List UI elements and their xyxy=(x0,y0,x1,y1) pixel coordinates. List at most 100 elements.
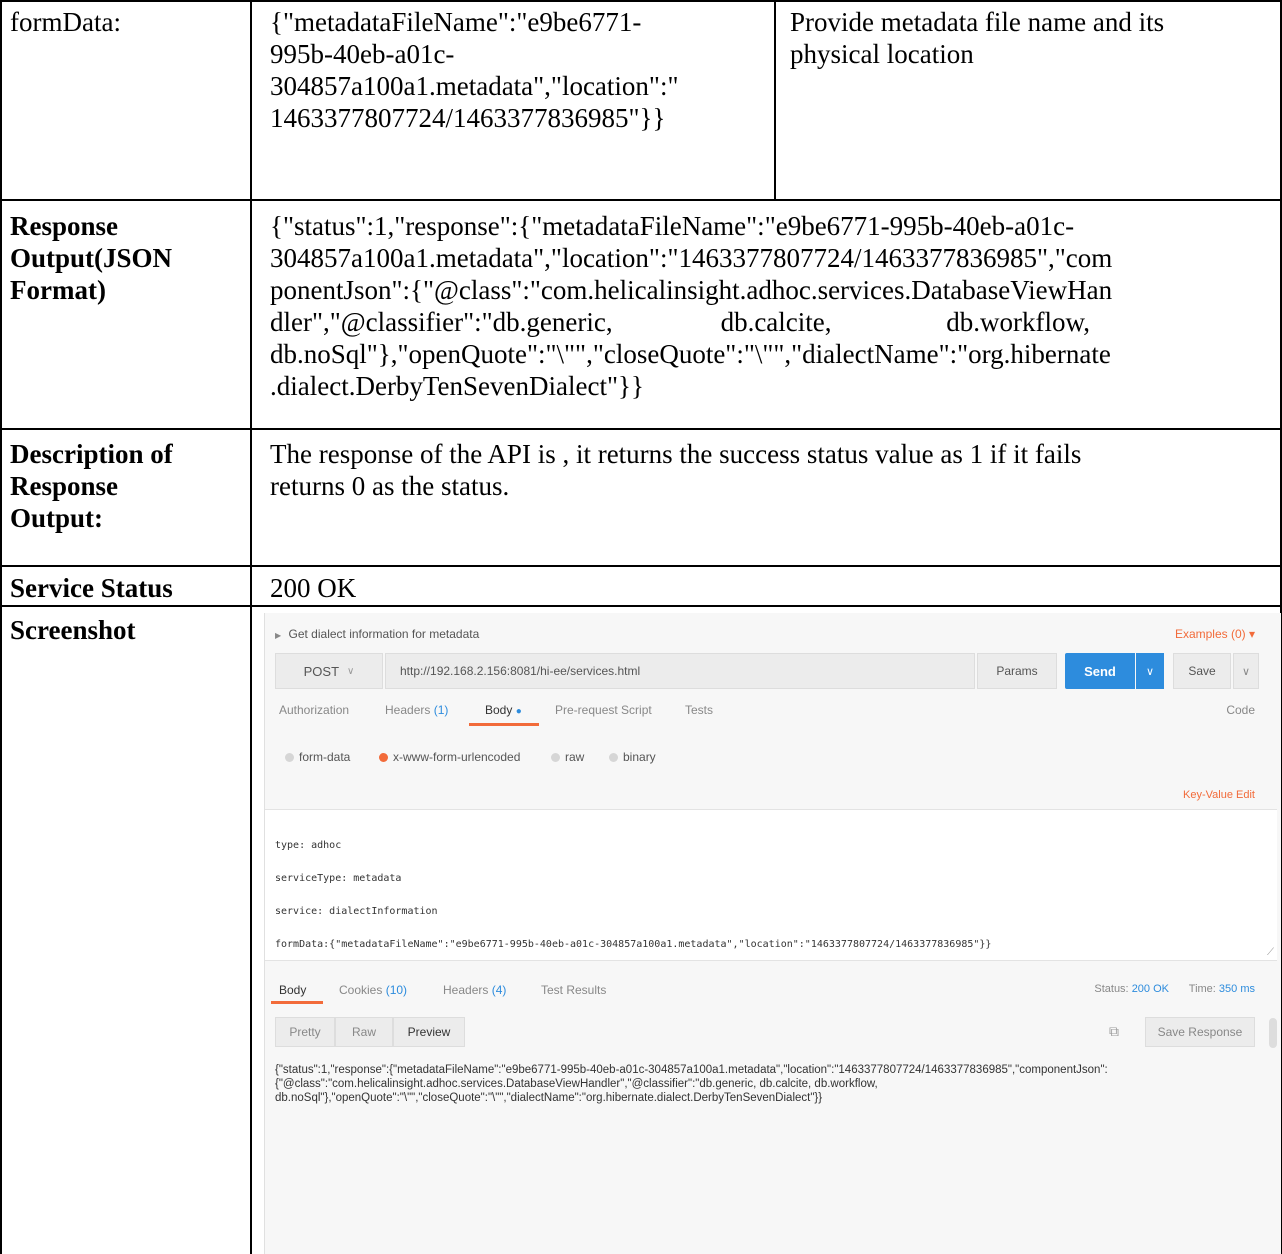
params-button[interactable]: Params xyxy=(977,653,1057,689)
text-line: 1463377807724/1463377836985"}} xyxy=(270,103,666,133)
radio-label: raw xyxy=(565,750,585,764)
resp-tab-cookies[interactable]: Cookies (10) xyxy=(339,983,407,997)
text-line: {"metadataFileName":"e9be6771- xyxy=(270,7,642,37)
row-label-description: Description of Response Output: xyxy=(10,438,173,534)
save-response-button[interactable]: Save Response xyxy=(1145,1017,1255,1047)
time-readout: Time: 350 ms xyxy=(1189,983,1255,995)
radio-raw[interactable]: raw xyxy=(551,750,584,764)
row-label-formdata: formData: xyxy=(10,7,121,37)
resp-active-tab-indicator xyxy=(271,1001,323,1004)
examples-dropdown[interactable]: Examples (0) ▾ xyxy=(1175,627,1255,641)
tab-headers[interactable]: Headers (1) xyxy=(385,703,448,717)
request-name: Get dialect information for metadata xyxy=(288,627,480,641)
resp-tab-cookies-count: (10) xyxy=(385,983,408,997)
radio-icon xyxy=(609,752,618,762)
response-toolbar: Pretty Raw Preview ⧉ Save Response xyxy=(275,1017,1265,1047)
code-line: type: adhoc xyxy=(275,840,342,851)
row-description-formdata: Provide metadata file name and its physi… xyxy=(790,6,1270,70)
radio-selected-icon xyxy=(379,752,388,762)
tab-body-label: Body xyxy=(485,703,513,717)
text-line: Format) xyxy=(10,275,106,305)
view-pretty-button[interactable]: Pretty xyxy=(275,1017,335,1047)
text-line: Output: xyxy=(10,503,104,533)
radio-form-data[interactable]: form-data xyxy=(285,750,350,764)
radio-icon xyxy=(551,752,560,762)
radio-binary[interactable]: binary xyxy=(609,750,656,764)
resp-tab-body[interactable]: Body xyxy=(279,983,306,997)
text-line: ponentJson":{"@class":"com.helicalinsigh… xyxy=(270,275,1113,305)
radio-x-www-form-urlencoded[interactable]: x-www-form-urlencoded xyxy=(379,750,520,764)
text-line: .dialect.DerbyTenSevenDialect"}} xyxy=(270,371,644,401)
resp-tab-test-results[interactable]: Test Results xyxy=(541,983,606,997)
row-value-description: The response of the API is , it returns … xyxy=(270,438,1276,502)
status-readout: Status: 200 OK xyxy=(1094,983,1169,995)
row-value-formdata: {"metadataFileName":"e9be6771- 995b-40eb… xyxy=(270,6,770,134)
radio-icon xyxy=(285,752,294,762)
view-preview-button[interactable]: Preview xyxy=(393,1017,465,1047)
request-bar: POST ∨ http://192.168.2.156:8081/hi-ee/s… xyxy=(275,653,1275,689)
chevron-down-icon: ∨ xyxy=(347,665,355,677)
text-line: 304857a100a1.metadata","location":"14633… xyxy=(270,243,1113,273)
copy-icon[interactable]: ⧉ xyxy=(1109,1023,1119,1040)
caret-right-icon: ▶ xyxy=(275,631,282,640)
tab-headers-count: (1) xyxy=(433,703,449,717)
tab-authorization[interactable]: Authorization xyxy=(279,703,349,717)
row-label-response-output: Response Output(JSON Format) xyxy=(10,210,172,306)
row-divider xyxy=(0,428,1282,430)
radio-label: binary xyxy=(623,750,656,764)
text-line: physical location xyxy=(790,39,974,69)
response-line: {"@class":"com.helicalinsight.adhoc.serv… xyxy=(275,1078,878,1090)
tab-headers-label: Headers xyxy=(385,703,431,717)
row-label-service-status: Service Status xyxy=(10,573,173,603)
key-value-edit-link[interactable]: Key-Value Edit xyxy=(1183,789,1255,801)
table-border-top xyxy=(0,0,1282,2)
tab-prerequest-script[interactable]: Pre-request Script xyxy=(555,703,652,717)
url-input[interactable]: http://192.168.2.156:8081/hi-ee/services… xyxy=(385,653,975,689)
text-line: dler","@classifier":"db.generic, db.calc… xyxy=(270,307,1090,337)
method-label: POST xyxy=(303,663,340,679)
code-line: service: dialectInformation xyxy=(275,906,438,917)
resp-tab-headers-count: (4) xyxy=(491,983,507,997)
text-line: Response xyxy=(10,211,119,241)
table-border-left xyxy=(0,0,2,1254)
response-line: {"status":1,"response":{"metadataFileNam… xyxy=(275,1064,1108,1076)
tab-tests[interactable]: Tests xyxy=(685,703,713,717)
row-divider xyxy=(0,199,1282,201)
save-button[interactable]: Save xyxy=(1173,653,1231,689)
time-label: Time: xyxy=(1188,983,1216,995)
text-line: Output(JSON xyxy=(10,243,173,273)
method-select[interactable]: POST ∨ xyxy=(275,653,383,689)
body-editor[interactable]: type: adhoc serviceType: metadata servic… xyxy=(265,809,1277,961)
row-divider xyxy=(0,605,1282,607)
code-link[interactable]: Code xyxy=(1226,703,1255,717)
scrollbar[interactable] xyxy=(1269,1018,1277,1048)
time-value: 350 ms xyxy=(1218,983,1255,995)
radio-label: form-data xyxy=(299,750,351,764)
send-button[interactable]: Send xyxy=(1065,653,1135,689)
save-dropdown-chevron-icon[interactable]: ∨ xyxy=(1233,653,1259,689)
status-label: Status: xyxy=(1094,983,1129,995)
text-line: Provide metadata file name and its xyxy=(790,7,1165,37)
text-line: Description of xyxy=(10,439,173,469)
tab-body[interactable]: Body ● xyxy=(485,703,522,717)
column-divider xyxy=(250,0,252,1254)
view-raw-button[interactable]: Raw xyxy=(335,1017,393,1047)
row-divider xyxy=(0,565,1282,567)
code-line: serviceType: metadata xyxy=(275,873,402,884)
resp-tab-headers-label: Headers xyxy=(443,983,489,997)
response-body: {"status":1,"response":{"metadataFileNam… xyxy=(275,1063,1265,1105)
text-line: Response xyxy=(10,471,119,501)
send-dropdown-chevron-icon[interactable]: ∨ xyxy=(1136,653,1164,689)
text-line: returns 0 as the status. xyxy=(270,471,510,501)
column-divider xyxy=(774,0,776,200)
editor-content: type: adhoc serviceType: metadata servic… xyxy=(275,818,991,972)
text-line: {"status":1,"response":{"metadataFileNam… xyxy=(270,211,1075,241)
resp-tab-cookies-label: Cookies xyxy=(339,983,383,997)
code-line: formData:{"metadataFileName":"e9be6771-9… xyxy=(275,939,992,950)
text-line: db.noSql"},"openQuote":"\"","closeQuote"… xyxy=(270,339,1111,369)
request-header[interactable]: ▶ Get dialect information for metadata xyxy=(275,627,479,641)
status-value: 200 OK xyxy=(1131,983,1169,995)
resize-handle-icon[interactable]: ⟋ xyxy=(1267,947,1274,958)
resp-tab-headers[interactable]: Headers (4) xyxy=(443,983,506,997)
text-line: 995b-40eb-a01c- xyxy=(270,39,455,69)
